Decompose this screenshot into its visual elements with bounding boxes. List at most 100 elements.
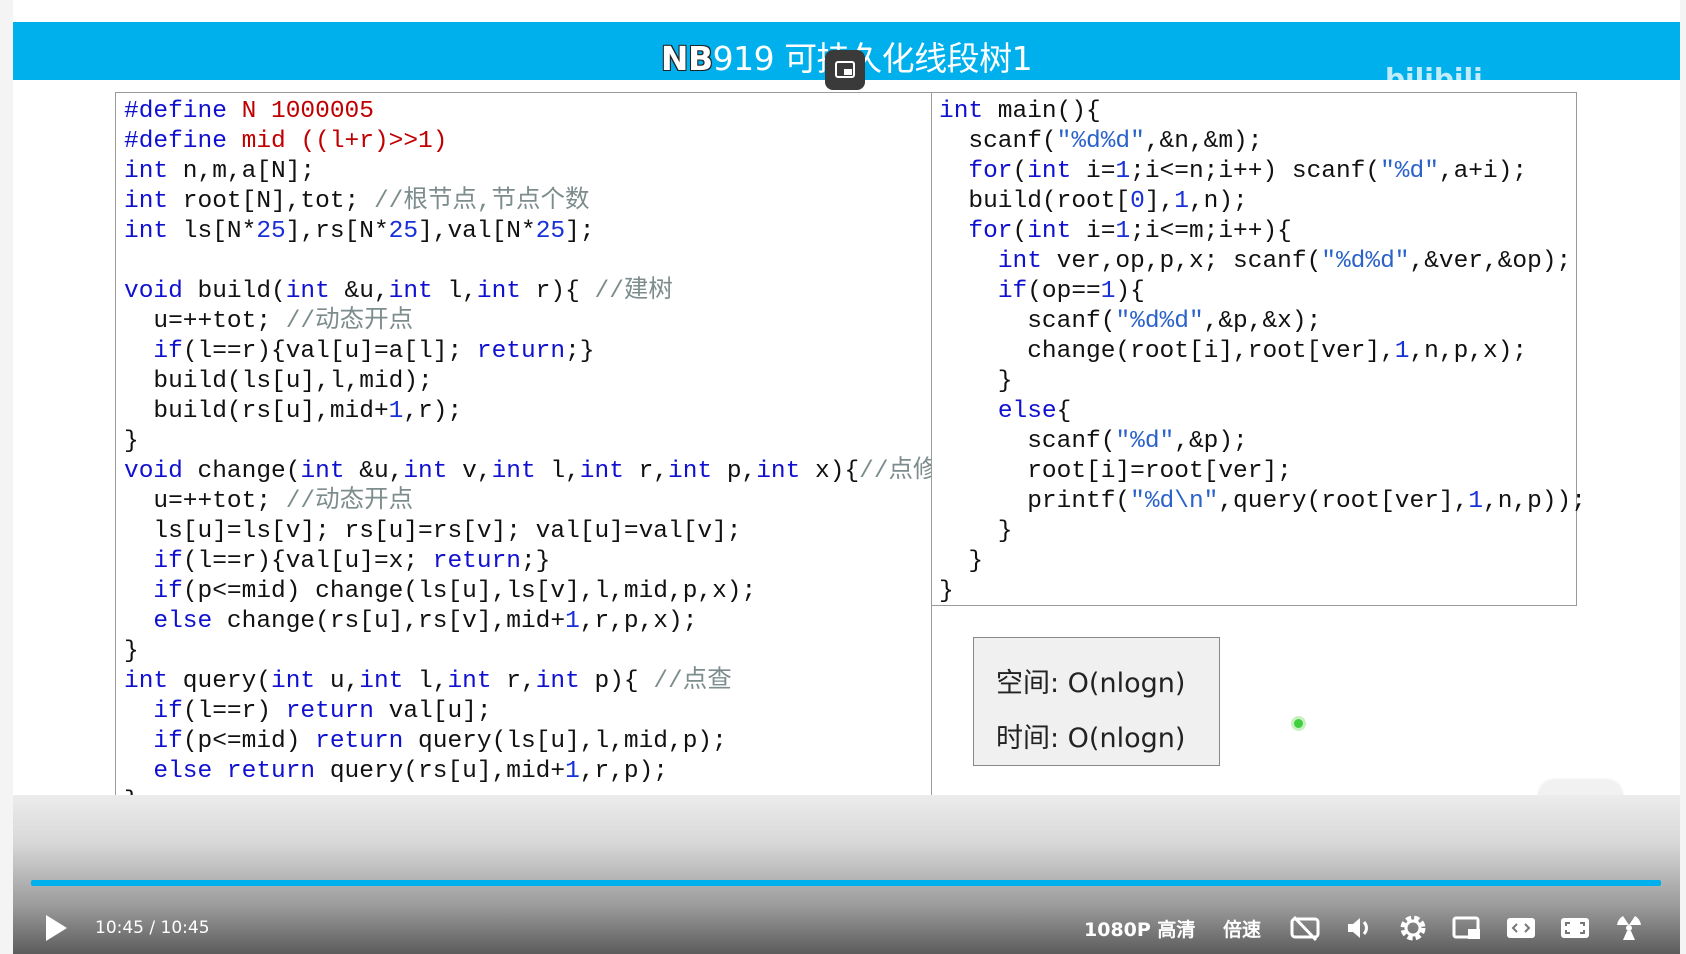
code-text: } xyxy=(939,578,954,605)
code-text: p){ xyxy=(579,668,654,695)
code-comment: //点查 xyxy=(653,668,732,695)
code-keyword: return xyxy=(476,338,566,365)
code-keyword: int xyxy=(476,278,521,305)
code-number: 1 xyxy=(565,758,580,785)
code-line: for(int i=1;i<=m;i++){ xyxy=(939,217,1576,247)
code-line: int ver,op,p,x; scanf("%d%d",&ver,&op); xyxy=(939,247,1576,277)
code-keyword: void xyxy=(124,278,183,305)
code-text: (op== xyxy=(1027,278,1101,305)
widescreen-icon xyxy=(1507,918,1535,938)
code-line: int main(){ xyxy=(939,97,1576,127)
player-control-bar: 10:45 / 10:45 1080P 高清 倍速 xyxy=(13,795,1680,954)
code-keyword: int xyxy=(359,668,404,695)
bilibili-watermark: bilibili xyxy=(1385,62,1483,95)
code-keyword: int xyxy=(997,248,1042,275)
code-line: } xyxy=(939,517,1576,547)
quality-button[interactable]: 1080P 高清 xyxy=(1084,913,1195,943)
code-keyword: int xyxy=(285,278,330,305)
code-line: } xyxy=(939,367,1576,397)
code-line: void build(int &u,int l,int r){ //建树 xyxy=(124,277,931,307)
code-number: 1 xyxy=(1115,158,1131,185)
play-button[interactable] xyxy=(41,913,71,943)
code-text: ],rs[N* xyxy=(285,218,389,245)
code-text: query( xyxy=(168,668,272,695)
code-line: #define N 1000005 xyxy=(124,97,931,127)
code-keyword: #define xyxy=(124,128,227,155)
settings-icon xyxy=(1400,915,1426,941)
code-line: scanf("%d%d",&p,&x); xyxy=(939,307,1576,337)
code-keyword: void xyxy=(124,458,183,485)
code-keyword: return xyxy=(226,758,316,785)
widescreen-button[interactable] xyxy=(1506,913,1536,943)
code-line: int n,m,a[N]; xyxy=(124,157,931,187)
code-number: 25 xyxy=(535,218,566,245)
code-text: printf( xyxy=(939,488,1131,515)
code-line: #define mid ((l+r)>>1) xyxy=(124,127,931,157)
code-text: (l==r) xyxy=(182,698,286,725)
code-text: change(rs[u],rs[v],mid+ xyxy=(212,608,566,635)
pip-button[interactable] xyxy=(1452,913,1482,943)
progress-bar[interactable] xyxy=(31,880,1661,886)
code-text: } xyxy=(939,548,984,575)
volume-button[interactable] xyxy=(1344,913,1374,943)
code-text: build( xyxy=(182,278,286,305)
code-text: p, xyxy=(712,458,757,485)
code-text: i= xyxy=(1071,158,1116,185)
danmaku-button[interactable] xyxy=(1614,913,1644,943)
code-text: ){ xyxy=(1115,278,1145,305)
code-line: else return query(rs[u],mid+1,r,p); xyxy=(124,757,931,787)
space-complexity: 空间: O(nlogn) xyxy=(996,668,1186,699)
subtitle-button[interactable] xyxy=(1290,913,1320,943)
code-keyword: else xyxy=(153,758,213,785)
code-line: if(p<=mid) change(ls[u],ls[v],l,mid,p,x)… xyxy=(124,577,931,607)
code-line: if(p<=mid) return query(ls[u],l,mid,p); xyxy=(124,727,931,757)
code-text: ls[u]=ls[v]; rs[u]=rs[v]; val[u]=val[v]; xyxy=(124,518,742,545)
code-number: 25 xyxy=(388,218,419,245)
code-keyword: int xyxy=(300,458,345,485)
code-line: u=++tot; //动态开点 xyxy=(124,487,931,517)
code-number: 1 xyxy=(388,398,404,425)
code-text: scanf( xyxy=(939,128,1057,155)
code-number: 1 xyxy=(1100,278,1116,305)
fullscreen-button[interactable] xyxy=(1560,913,1590,943)
code-text: ;i<=n;i++) scanf( xyxy=(1130,158,1381,185)
code-comment: //动态开点 xyxy=(285,308,414,335)
exit-fullscreen-button[interactable] xyxy=(825,50,865,90)
code-text: scanf( xyxy=(939,308,1116,335)
code-text: ,r,p); xyxy=(579,758,669,785)
settings-button[interactable] xyxy=(1398,913,1428,943)
code-text: l, xyxy=(432,278,477,305)
code-keyword: int xyxy=(403,458,448,485)
code-panel-right: int main(){ scanf("%d%d",&n,&m); for(int… xyxy=(931,92,1586,606)
code-line: printf("%d\n",query(root[ver],1,n,p)); xyxy=(939,487,1586,517)
code-text: } xyxy=(124,638,139,665)
code-text: ver,op,p,x; scanf( xyxy=(1041,248,1322,275)
code-line: root[i]=root[ver]; xyxy=(939,457,1576,487)
code-text: n,m,a[N]; xyxy=(168,158,316,185)
subtitle-off-icon xyxy=(1290,915,1320,941)
code-number: 1 xyxy=(1115,218,1131,245)
code-line: ls[u]=ls[v]; rs[u]=rs[v]; val[u]=val[v]; xyxy=(124,517,931,547)
code-text: change( xyxy=(182,458,301,485)
code-text: build(root[ xyxy=(939,188,1131,215)
code-text: ,n,p)); xyxy=(1483,488,1586,515)
code-keyword: int xyxy=(1027,158,1072,185)
code-line: if(l==r){val[u]=x; return;} xyxy=(124,547,931,577)
code-text: root[N],tot; xyxy=(168,188,374,215)
code-keyword: int xyxy=(535,668,580,695)
code-text: (l==r){val[u]=x; xyxy=(182,548,433,575)
code-text: ls[N* xyxy=(168,218,257,245)
code-keyword: int xyxy=(756,458,801,485)
speed-button[interactable]: 倍速 xyxy=(1223,913,1261,943)
code-text: ( xyxy=(1012,158,1028,185)
code-text: ;} xyxy=(565,338,595,365)
volume-icon xyxy=(1348,918,1368,938)
